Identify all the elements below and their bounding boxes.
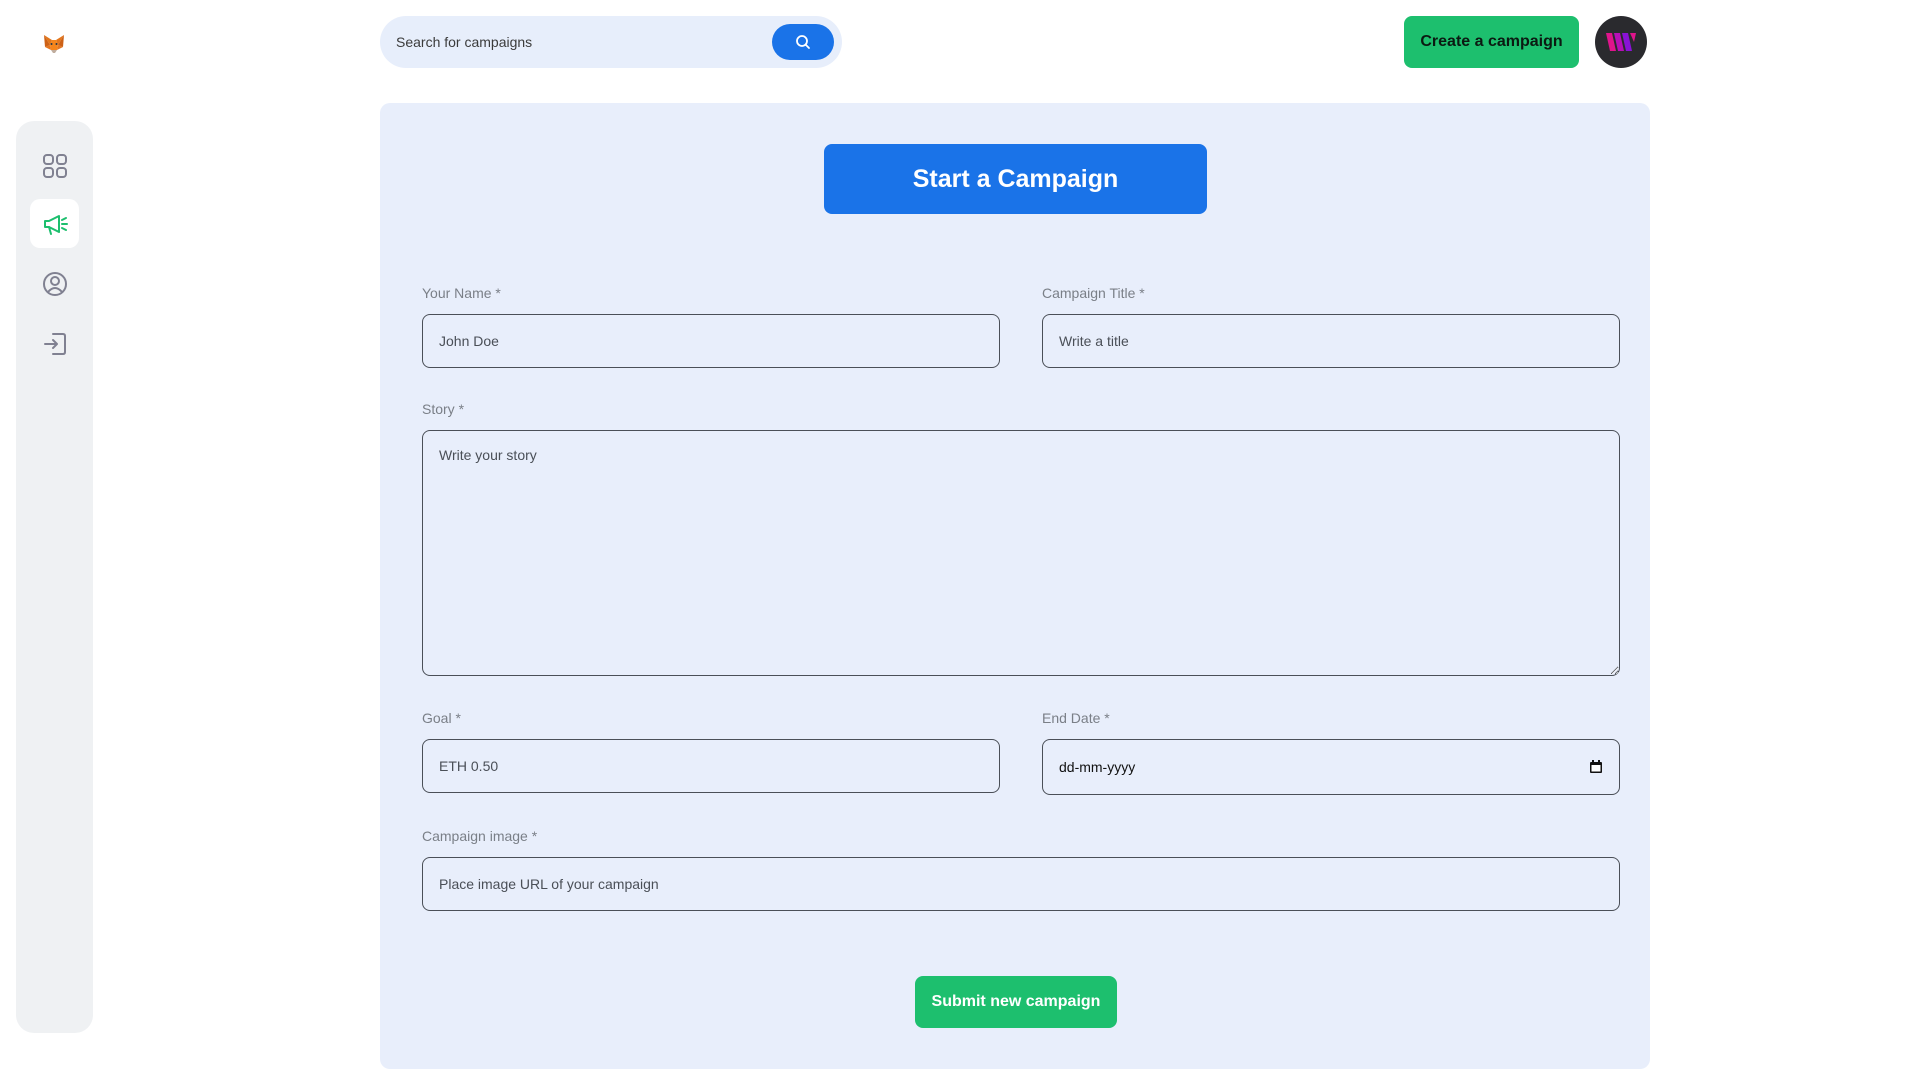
campaign-form-panel: Start a Campaign Your Name * Campaign Ti… xyxy=(380,103,1650,1069)
user-profile-icon xyxy=(42,271,67,296)
dashboard-grid-icon xyxy=(42,153,67,178)
avatar[interactable] xyxy=(1595,16,1647,68)
campaign-image-label: Campaign image * xyxy=(422,828,538,844)
search-bar xyxy=(380,16,842,68)
name-label: Your Name * xyxy=(422,285,501,301)
search-button[interactable] xyxy=(772,24,834,60)
sidebar-item-campaign[interactable] xyxy=(30,199,79,248)
page-title: Start a Campaign xyxy=(824,144,1207,214)
user-avatar-icon xyxy=(1606,33,1636,51)
megaphone-icon xyxy=(43,214,68,235)
end-date-field[interactable]: dd-mm-yyyy xyxy=(1042,739,1620,795)
logout-icon xyxy=(43,332,66,355)
sidebar xyxy=(16,121,93,1033)
campaign-title-label: Campaign Title * xyxy=(1042,285,1145,301)
goal-field[interactable] xyxy=(422,739,1000,793)
sidebar-item-logout[interactable] xyxy=(30,319,79,368)
campaign-image-field[interactable] xyxy=(422,857,1620,911)
search-input[interactable] xyxy=(396,16,756,68)
goal-label: Goal * xyxy=(422,710,461,726)
search-icon xyxy=(796,35,810,49)
submit-campaign-button[interactable]: Submit new campaign xyxy=(915,976,1117,1028)
sidebar-item-profile[interactable] xyxy=(30,259,79,308)
create-campaign-button[interactable]: Create a campaign xyxy=(1404,16,1579,68)
end-date-label: End Date * xyxy=(1042,710,1110,726)
metamask-fox-logo[interactable] xyxy=(42,32,66,56)
end-date-value: dd-mm-yyyy xyxy=(1059,759,1136,775)
name-field[interactable] xyxy=(422,314,1000,368)
campaign-title-field[interactable] xyxy=(1042,314,1620,368)
calendar-icon[interactable] xyxy=(1589,760,1603,774)
story-label: Story * xyxy=(422,401,465,417)
story-textarea[interactable] xyxy=(422,430,1620,676)
sidebar-item-dashboard[interactable] xyxy=(30,141,79,190)
